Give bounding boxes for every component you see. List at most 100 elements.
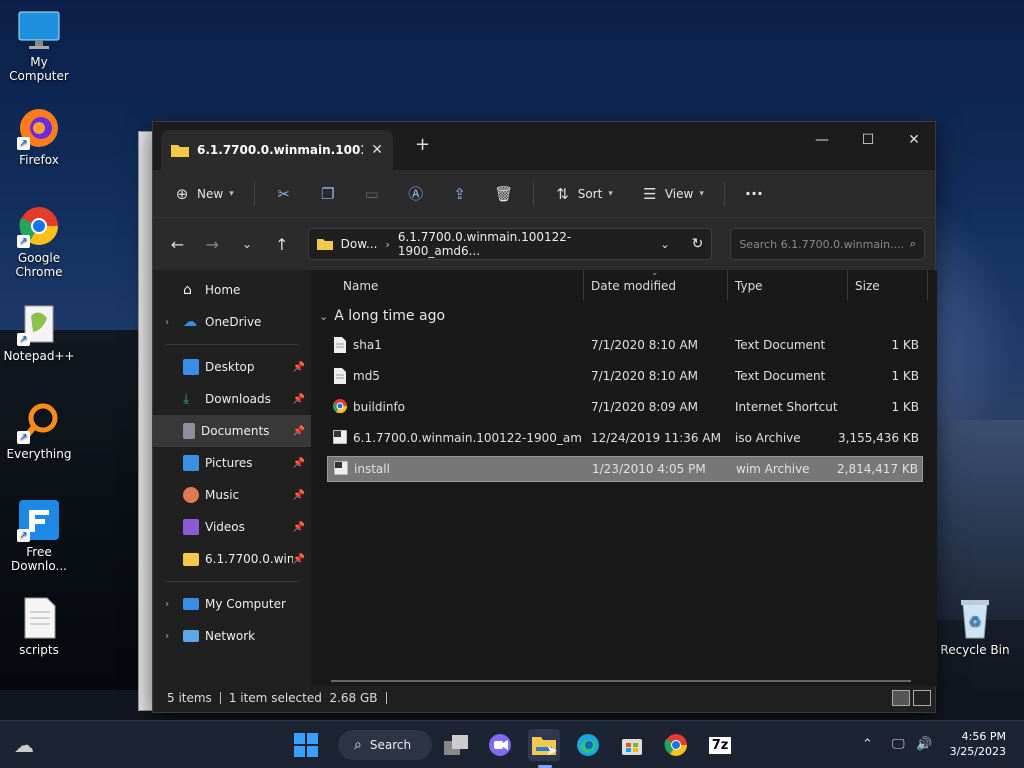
- desktop-icon-scripts[interactable]: scripts: [0, 596, 78, 657]
- pin-icon: 📌: [292, 393, 305, 405]
- recent-locations-button[interactable]: ⌄: [233, 229, 262, 259]
- column-size[interactable]: Size: [855, 279, 880, 293]
- desktop-icon-label: Everything: [6, 447, 72, 461]
- new-tab-button[interactable]: +: [415, 134, 430, 155]
- file-row[interactable]: sha1 7/1/2020 8:10 AM Text Document 1 KB: [327, 332, 923, 358]
- toolbar-divider: [723, 181, 725, 206]
- tab-close-icon[interactable]: ✕: [371, 142, 383, 158]
- cut-button[interactable]: ✂: [269, 178, 299, 210]
- download-icon: ⤓: [183, 391, 190, 407]
- nav-item-downloads[interactable]: ⤓ Downloads 📌: [153, 383, 311, 415]
- taskbar: ☁ ⌕ Search ➤ 7z ⌃ 🖵 🔊 4:56 PM 3/25/2023: [0, 720, 1024, 768]
- chrome-icon: ↗: [17, 204, 61, 248]
- show-hidden-icons-button[interactable]: ⌃: [862, 737, 873, 752]
- system-clock[interactable]: 4:56 PM 3/25/2023: [950, 729, 1006, 759]
- refresh-icon[interactable]: ↻: [692, 236, 704, 252]
- volume-icon[interactable]: 🔊: [916, 737, 932, 752]
- delete-button[interactable]: 🗑: [489, 178, 519, 210]
- file-size: 1 KB: [891, 338, 919, 352]
- pin-icon: 📌: [292, 361, 305, 373]
- item-count: 5 items: [167, 691, 212, 705]
- pin-icon: 📌: [292, 457, 305, 469]
- edge-button[interactable]: [572, 729, 604, 761]
- desktop-icon-my-computer[interactable]: My Computer: [0, 8, 78, 83]
- sort-button[interactable]: ⇅ Sort ▾: [548, 178, 619, 210]
- nav-item-my-computer[interactable]: › My Computer: [153, 588, 311, 620]
- task-view-button[interactable]: [440, 729, 472, 761]
- address-row: ← → ⌄ ↑ Dow... › 6.1.7700.0.winmain.1001…: [153, 218, 935, 270]
- taskbar-search[interactable]: ⌕ Search: [338, 730, 432, 760]
- address-bar[interactable]: Dow... › 6.1.7700.0.winmain.100122-1900_…: [308, 228, 713, 260]
- nav-item-home[interactable]: ⌂ Home: [153, 274, 311, 306]
- nav-item-videos[interactable]: Videos 📌: [153, 511, 311, 543]
- title-bar[interactable]: 6.1.7700.0.winmain.100122-190 ✕ + — ☐ ✕: [153, 122, 935, 170]
- minimize-button[interactable]: —: [799, 126, 845, 154]
- desktop-icon-notepadpp[interactable]: ↗ Notepad++: [0, 302, 78, 363]
- nav-label: Desktop: [205, 360, 255, 374]
- desktop-icon-recycle-bin[interactable]: ♻ Recycle Bin: [936, 596, 1014, 657]
- chat-button[interactable]: [484, 729, 516, 761]
- breadcrumb-current-folder[interactable]: 6.1.7700.0.winmain.100122-1900_amd6...: [398, 230, 645, 258]
- desktop-icon-everything[interactable]: ↗ Everything: [0, 400, 78, 461]
- seven-zip-button[interactable]: 7z: [704, 729, 736, 761]
- weather-widget[interactable]: ☁: [8, 729, 40, 761]
- nav-label: Documents: [201, 424, 270, 438]
- address-dropdown-icon[interactable]: ⌄: [660, 238, 669, 251]
- start-button[interactable]: [290, 729, 322, 761]
- desktop-icon-free-download-manager[interactable]: ↗ Free Downlo...: [0, 498, 78, 573]
- home-icon: ⌂: [183, 282, 192, 298]
- nav-label: Music: [205, 488, 240, 502]
- tiles-view-button[interactable]: [913, 690, 931, 706]
- share-button[interactable]: ⇪: [445, 178, 475, 210]
- nav-label: OneDrive: [205, 315, 262, 329]
- file-size: 3,155,436 KB: [838, 431, 919, 445]
- group-header[interactable]: ⌄ A long time ago: [319, 308, 445, 324]
- horizontal-scrollbar[interactable]: [331, 680, 911, 682]
- file-row[interactable]: buildinfo 7/1/2020 8:09 AM Internet Shor…: [327, 394, 923, 420]
- forward-button[interactable]: →: [198, 229, 227, 259]
- text-file-icon: [17, 596, 61, 640]
- pin-icon: 📌: [292, 425, 305, 437]
- file-name: install: [354, 462, 390, 476]
- file-row[interactable]: 6.1.7700.0.winmain.100122-1900_amd64fr..…: [327, 425, 923, 451]
- up-button[interactable]: ↑: [267, 229, 296, 259]
- desktop-icon-chrome[interactable]: ↗ Google Chrome: [0, 204, 78, 279]
- column-type[interactable]: Type: [735, 279, 763, 293]
- pictures-icon: [183, 455, 199, 471]
- desktop-icon-label: Recycle Bin: [940, 643, 1010, 657]
- tab-current-folder[interactable]: 6.1.7700.0.winmain.100122-190 ✕: [161, 130, 393, 170]
- copy-button[interactable]: ❐: [313, 178, 343, 210]
- network-tray-icon[interactable]: 🖵: [892, 737, 905, 752]
- file-type: Text Document: [735, 338, 826, 352]
- file-size: 1 KB: [891, 369, 919, 383]
- nav-item-desktop[interactable]: Desktop 📌: [153, 351, 311, 383]
- breadcrumb-downloads[interactable]: Dow...: [341, 237, 378, 251]
- nav-item-pictures[interactable]: Pictures 📌: [153, 447, 311, 479]
- new-button[interactable]: ⊕ New ▾: [167, 178, 240, 210]
- paste-button[interactable]: ▭: [357, 178, 387, 210]
- more-options-button[interactable]: ···: [739, 178, 769, 210]
- column-name[interactable]: Name: [343, 279, 378, 293]
- rename-button[interactable]: Ⓐ: [401, 178, 431, 210]
- file-list[interactable]: Name Date modified ⌄ Type Size ⌄ A long …: [311, 268, 937, 686]
- nav-item-onedrive[interactable]: › ☁ OneDrive: [153, 306, 311, 338]
- column-date-modified[interactable]: Date modified: [591, 279, 676, 293]
- arrow-right-icon: →: [205, 234, 219, 254]
- nav-item-network[interactable]: › Network: [153, 620, 311, 652]
- nav-label: Pictures: [205, 456, 253, 470]
- view-button[interactable]: ☰ View ▾: [635, 178, 710, 210]
- file-explorer-taskbar-button[interactable]: ➤: [528, 729, 560, 761]
- nav-item-documents[interactable]: Documents 📌: [153, 415, 311, 447]
- search-box[interactable]: Search 6.1.7700.0.winmain.... ⌕: [730, 228, 926, 260]
- file-row[interactable]: md5 7/1/2020 8:10 AM Text Document 1 KB: [327, 363, 923, 389]
- details-view-button[interactable]: [892, 690, 910, 706]
- desktop-icon-firefox[interactable]: ↗ Firefox: [0, 106, 78, 167]
- maximize-button[interactable]: ☐: [845, 126, 891, 154]
- back-button[interactable]: ←: [163, 229, 192, 259]
- nav-item-music[interactable]: Music 📌: [153, 479, 311, 511]
- store-button[interactable]: [616, 729, 648, 761]
- file-row-selected[interactable]: install 1/23/2010 4:05 PM wim Archive 2,…: [327, 456, 923, 482]
- close-button[interactable]: ✕: [891, 126, 937, 154]
- chrome-taskbar-button[interactable]: [660, 729, 692, 761]
- nav-item-current-folder[interactable]: 6.1.7700.0.winm 📌: [153, 543, 311, 575]
